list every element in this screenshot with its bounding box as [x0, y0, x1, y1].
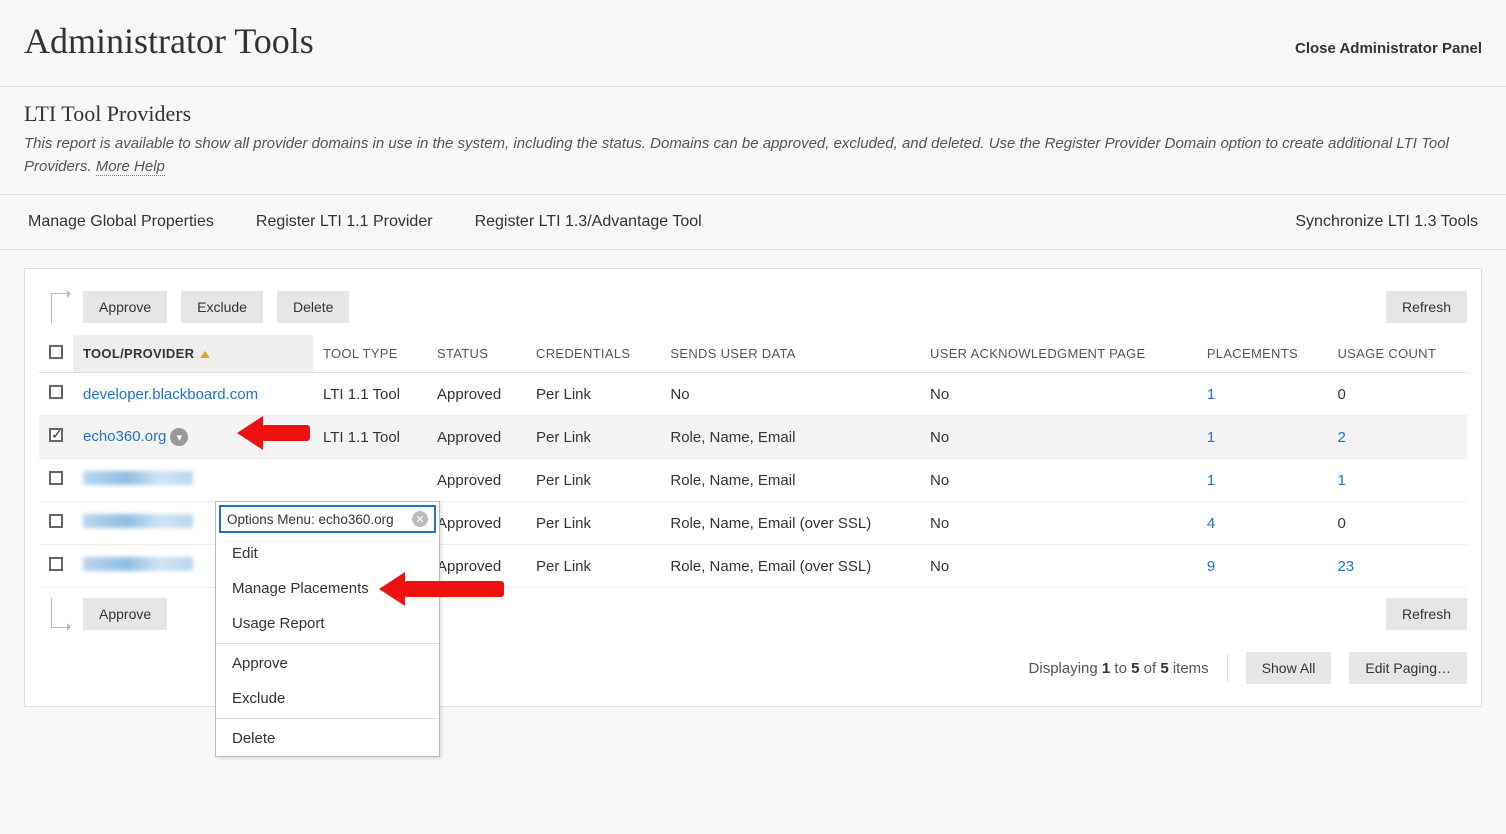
cell-credentials: Per Link — [526, 416, 660, 459]
cell-sends: No — [660, 373, 920, 416]
col-sends[interactable]: SENDS USER DATA — [660, 335, 920, 373]
cell-sends: Role, Name, Email — [660, 416, 920, 459]
select-all-checkbox[interactable] — [49, 345, 63, 359]
selection-indicator-icon — [51, 598, 69, 628]
register-lti-11-link[interactable]: Register LTI 1.1 Provider — [256, 213, 433, 231]
table-row: developer.blackboard.com LTI 1.1 ToolAppr… — [39, 373, 1467, 416]
ctx-edit[interactable]: Edit — [216, 536, 439, 571]
ctx-delete[interactable]: Delete — [216, 721, 439, 756]
row-checkbox[interactable] — [49, 385, 63, 399]
placements-value[interactable]: 1 — [1207, 386, 1215, 403]
ctx-usage-report[interactable]: Usage Report — [216, 606, 439, 641]
col-status[interactable]: STATUS — [427, 335, 526, 373]
cell-tool_type: LTI 1.1 Tool — [313, 373, 427, 416]
col-usage[interactable]: USAGE COUNT — [1327, 335, 1467, 373]
cell-ack: No — [920, 373, 1197, 416]
cell-credentials: Per Link — [526, 373, 660, 416]
usage-value: 0 — [1337, 515, 1345, 532]
divider — [216, 643, 439, 644]
placements-value[interactable]: 1 — [1207, 429, 1215, 446]
sort-asc-icon — [200, 351, 210, 358]
selection-indicator-icon — [51, 293, 69, 323]
cell-ack: No — [920, 545, 1197, 588]
usage-value: 0 — [1337, 386, 1345, 403]
close-icon[interactable]: ✕ — [412, 511, 428, 527]
sync-lti-13-link[interactable]: Synchronize LTI 1.3 Tools — [1295, 213, 1478, 231]
placements-value[interactable]: 4 — [1207, 515, 1215, 532]
cell-credentials: Per Link — [526, 502, 660, 545]
show-all-button[interactable]: Show All — [1246, 652, 1332, 684]
col-ack[interactable]: USER ACKNOWLEDGMENT PAGE — [920, 335, 1197, 373]
cell-ack: No — [920, 416, 1197, 459]
annotation-arrow-icon — [259, 425, 310, 441]
col-tool-type[interactable]: TOOL TYPE — [313, 335, 427, 373]
divider — [216, 718, 439, 719]
cell-sends: Role, Name, Email (over SSL) — [660, 502, 920, 545]
usage-value[interactable]: 2 — [1337, 429, 1345, 446]
chevron-down-icon[interactable] — [170, 428, 188, 446]
cell-ack: No — [920, 459, 1197, 502]
refresh-button[interactable]: Refresh — [1386, 291, 1467, 323]
options-context-menu: Options Menu: echo360.org ✕ Edit Manage … — [215, 501, 440, 757]
provider-link[interactable]: echo360.org — [83, 428, 166, 445]
cell-tool_type: LTI 1.1 Tool — [313, 416, 427, 459]
paging-status: Displaying 1 to 5 of 5 items — [1029, 660, 1209, 677]
exclude-button[interactable]: Exclude — [181, 291, 263, 323]
cell-sends: Role, Name, Email — [660, 459, 920, 502]
cell-credentials: Per Link — [526, 459, 660, 502]
cell-status: Approved — [427, 459, 526, 502]
approve-button-bottom[interactable]: Approve — [83, 598, 167, 630]
ctx-approve[interactable]: Approve — [216, 646, 439, 681]
page-title: Administrator Tools — [24, 20, 314, 62]
usage-value[interactable]: 1 — [1337, 472, 1345, 489]
row-checkbox[interactable] — [49, 428, 63, 442]
usage-value[interactable]: 23 — [1337, 558, 1354, 575]
annotation-arrow-icon — [401, 581, 504, 597]
context-menu-title: Options Menu: echo360.org — [227, 512, 394, 527]
redacted-provider — [83, 514, 193, 528]
ctx-exclude[interactable]: Exclude — [216, 681, 439, 716]
cell-credentials: Per Link — [526, 545, 660, 588]
row-checkbox[interactable] — [49, 471, 63, 485]
cell-tool_type — [313, 459, 427, 502]
col-credentials[interactable]: CREDENTIALS — [526, 335, 660, 373]
manage-global-properties-link[interactable]: Manage Global Properties — [28, 213, 214, 231]
section-description: This report is available to show all pro… — [24, 133, 1482, 178]
cell-status: Approved — [427, 373, 526, 416]
cell-ack: No — [920, 502, 1197, 545]
delete-button[interactable]: Delete — [277, 291, 349, 323]
table-row: ApprovedPer LinkRole, Name, EmailNo 1 1 — [39, 459, 1467, 502]
redacted-provider — [83, 471, 193, 485]
section-title: LTI Tool Providers — [24, 101, 1482, 127]
close-admin-panel-link[interactable]: Close Administrator Panel — [1295, 40, 1482, 57]
more-help-link[interactable]: More Help — [96, 158, 165, 176]
provider-link[interactable]: developer.blackboard.com — [83, 386, 258, 403]
row-checkbox[interactable] — [49, 557, 63, 571]
register-lti-13-link[interactable]: Register LTI 1.3/Advantage Tool — [475, 213, 702, 231]
refresh-button-bottom[interactable]: Refresh — [1386, 598, 1467, 630]
edit-paging-button[interactable]: Edit Paging… — [1349, 652, 1467, 684]
row-checkbox[interactable] — [49, 514, 63, 528]
placements-value[interactable]: 1 — [1207, 472, 1215, 489]
divider — [1227, 654, 1228, 682]
cell-status: Approved — [427, 416, 526, 459]
col-placements[interactable]: PLACEMENTS — [1197, 335, 1328, 373]
redacted-provider — [83, 557, 193, 571]
cell-status: Approved — [427, 502, 526, 545]
col-provider[interactable]: TOOL/PROVIDER — [73, 335, 313, 373]
approve-button[interactable]: Approve — [83, 291, 167, 323]
cell-sends: Role, Name, Email (over SSL) — [660, 545, 920, 588]
placements-value[interactable]: 9 — [1207, 558, 1215, 575]
